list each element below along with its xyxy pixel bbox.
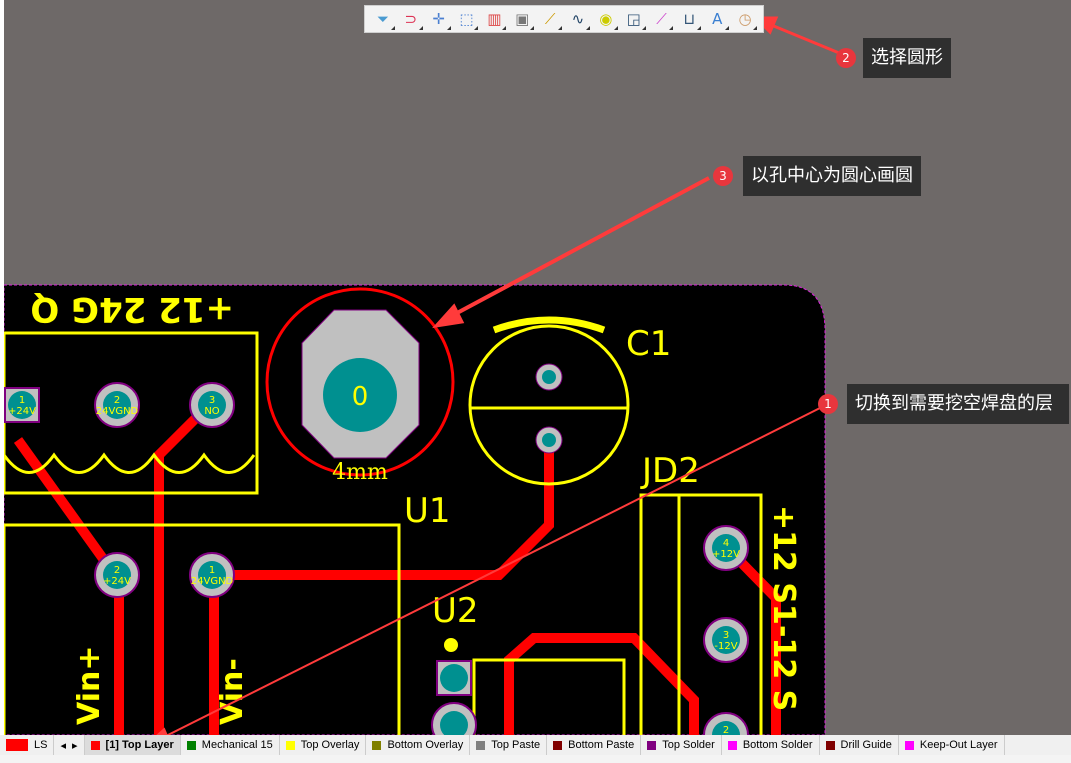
- callout-badge: 2: [836, 48, 856, 68]
- pad: 1+24V: [4, 387, 40, 423]
- layer-tab[interactable]: Top Overlay: [280, 735, 367, 755]
- vin-plus-label: Vin+: [72, 646, 107, 725]
- layer-scroll-buttons[interactable]: ◂ ▸: [54, 735, 85, 755]
- current-layer-label: LS: [34, 739, 48, 751]
- pad-label: +12V: [712, 549, 740, 560]
- pad-label: 2: [114, 395, 120, 406]
- layer-tab[interactable]: Top Paste: [470, 735, 548, 755]
- layer-tab-label: Bottom Overlay: [387, 739, 464, 751]
- layer-color-swatch: [285, 740, 295, 750]
- layer-tab-label: Bottom Paste: [568, 739, 635, 751]
- designator-u1: U1: [404, 491, 451, 531]
- align-icon[interactable]: ▥: [480, 6, 508, 32]
- layer-tab-label: Mechanical 15: [201, 739, 273, 751]
- layer-tab[interactable]: Keep-Out Layer: [899, 735, 1005, 755]
- pad-label: 24VGND: [191, 576, 234, 587]
- pad: [535, 426, 563, 454]
- pad-label: 4: [723, 538, 729, 549]
- pad: 124VGND: [189, 552, 235, 598]
- jd2-text2: -12 S: [766, 625, 801, 711]
- line-icon[interactable]: ⟋: [648, 6, 676, 32]
- callout-draw-circle: 以孔中心为圆心画圆: [743, 156, 921, 196]
- move-icon[interactable]: ✛: [425, 6, 453, 32]
- pad: 2+24V: [94, 552, 140, 598]
- layer-tab-label: Keep-Out Layer: [919, 739, 998, 751]
- layer-color-swatch: [647, 740, 657, 750]
- designator-c1: C1: [626, 324, 671, 364]
- layer-color-swatch: [825, 740, 835, 750]
- designator-jd2: JD2: [640, 451, 700, 491]
- hole-label: 0: [352, 382, 369, 412]
- pad-label: 3: [209, 395, 215, 406]
- layer-tab-label: Top Paste: [491, 739, 541, 751]
- pad: [436, 660, 472, 696]
- layer-color-swatch: [476, 740, 486, 750]
- callout-select-circle: 选择圆形: [863, 38, 951, 78]
- scroll-right-icon[interactable]: ▸: [72, 739, 78, 752]
- layer-tab[interactable]: [1] Top Layer: [84, 735, 181, 755]
- jd2-text: +12 S1: [766, 505, 801, 625]
- status-strip: [0, 755, 1071, 763]
- pad: 224VGND: [94, 382, 140, 428]
- layer-tabs-bar: LS ◂ ▸ [1] Top Layer Mechanical 15 Top Over…: [0, 735, 1071, 755]
- layer-tab[interactable]: Bottom Overlay: [366, 735, 471, 755]
- current-layer-indicator[interactable]: LS: [0, 735, 55, 755]
- dimension-icon[interactable]: ⊔: [675, 6, 703, 32]
- pad-label: -12V: [714, 641, 737, 652]
- pad-label: 2: [723, 725, 729, 735]
- magnet-icon[interactable]: ⊃: [397, 6, 425, 32]
- pad-label: 1: [209, 565, 215, 576]
- pad-label: 3: [723, 630, 729, 641]
- polygon-icon[interactable]: ◲: [620, 6, 648, 32]
- component-icon[interactable]: ▣: [508, 6, 536, 32]
- route-track-icon[interactable]: ⟋: [536, 6, 564, 32]
- layer-color-swatch: [6, 739, 28, 751]
- filter-icon[interactable]: ⏷: [369, 6, 397, 32]
- layer-color-swatch: [553, 740, 563, 750]
- scroll-left-icon[interactable]: ◂: [60, 739, 66, 752]
- callout-badge: 3: [713, 166, 733, 186]
- designator-u2: U2: [432, 591, 479, 631]
- pad-label: 1: [19, 395, 25, 406]
- pcb-board[interactable]: 0 4mm +12 24G Q U1 C1 JD2 U2 Vin+ Vin- +…: [4, 0, 1071, 735]
- pad: 3-12V: [703, 617, 749, 663]
- select-rect-icon[interactable]: ⬚: [453, 6, 481, 32]
- connector-label: +12 24G Q: [30, 289, 234, 329]
- pad-label: 24VGND: [96, 406, 139, 417]
- via-icon[interactable]: ◉: [592, 6, 620, 32]
- layer-color-swatch: [186, 740, 196, 750]
- pad: [535, 363, 563, 391]
- layer-tab-label: Top Overlay: [300, 739, 360, 751]
- callout-badge: 1: [818, 394, 838, 414]
- text-icon[interactable]: A: [703, 6, 731, 32]
- pad-label: NO: [204, 406, 219, 417]
- pad-label: +24V: [8, 406, 36, 417]
- hole-size-label: 4mm: [332, 460, 388, 485]
- layer-color-swatch: [904, 740, 914, 750]
- layer-color-swatch: [90, 740, 100, 750]
- layer-tab-label: Top Solder: [662, 739, 715, 751]
- layer-tab[interactable]: Top Solder: [641, 735, 722, 755]
- layer-tab-label: Drill Guide: [840, 739, 892, 751]
- vin-minus-label: Vin-: [215, 658, 250, 725]
- layer-tab-label: [1] Top Layer: [105, 739, 174, 751]
- layer-tab[interactable]: Bottom Paste: [547, 735, 642, 755]
- pad-label: +24V: [103, 576, 131, 587]
- pad-label: 2: [114, 565, 120, 576]
- arc-circle-icon[interactable]: ◷: [731, 6, 759, 32]
- interactive-route-icon[interactable]: ∿: [564, 6, 592, 32]
- toolbar: ⏷ ⊃ ✛ ⬚ ▥ ▣ ⟋ ∿ ◉ ◲ ⟋ ⊔ A ◷: [364, 5, 764, 33]
- layer-tab[interactable]: Drill Guide: [820, 735, 899, 755]
- layer-color-swatch: [727, 740, 737, 750]
- callout-switch-layer: 切换到需要挖空焊盘的层: [847, 384, 1069, 424]
- layer-color-swatch: [372, 740, 382, 750]
- pad: 3NO: [189, 382, 235, 428]
- pcb-canvas[interactable]: 0 4mm +12 24G Q U1 C1 JD2 U2 Vin+ Vin- +…: [4, 0, 1071, 735]
- layer-tab[interactable]: Bottom Solder: [722, 735, 820, 755]
- layer-tab-label: Bottom Solder: [742, 739, 813, 751]
- layer-tab[interactable]: Mechanical 15: [181, 735, 280, 755]
- pad: 4+12V: [703, 525, 749, 571]
